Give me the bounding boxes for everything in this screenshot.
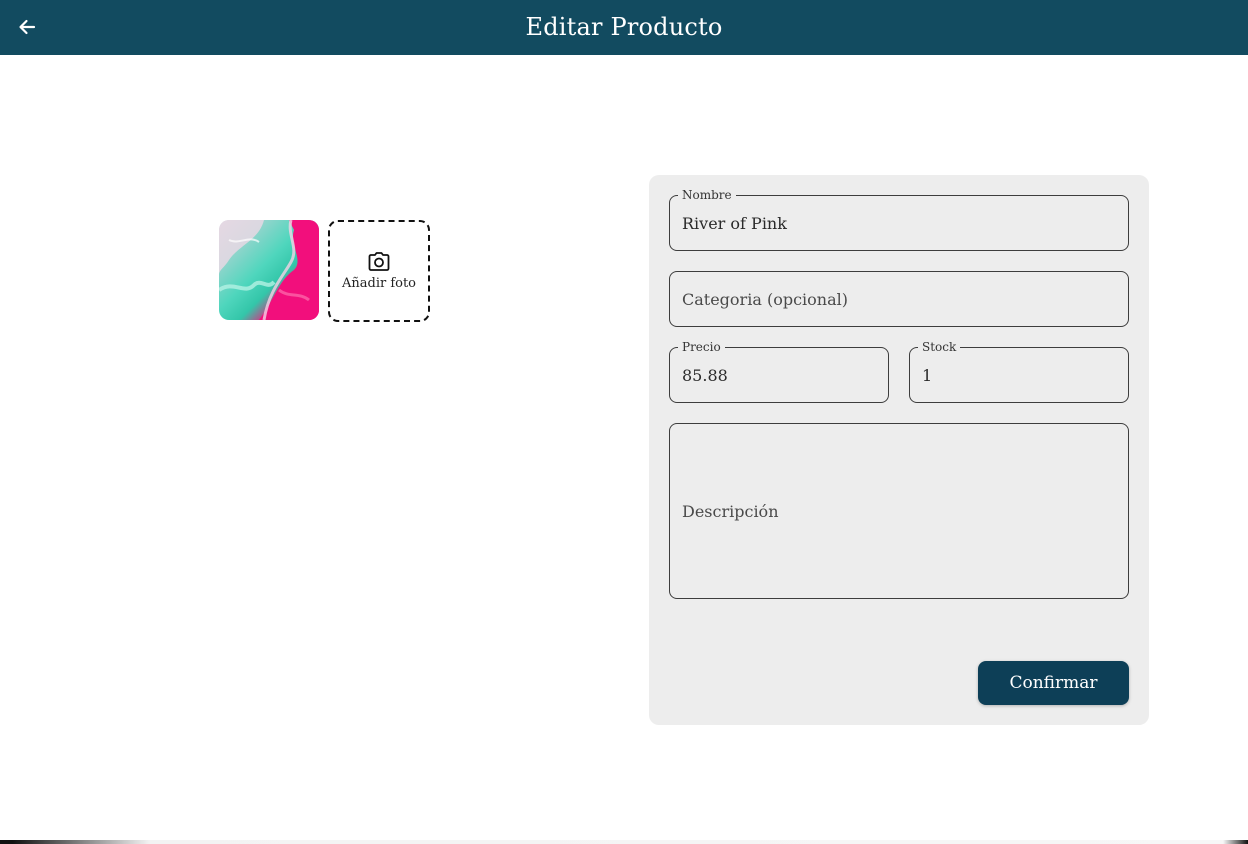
- description-placeholder: Descripción: [682, 501, 779, 521]
- stock-field[interactable]: Stock 1: [909, 340, 1129, 403]
- name-value: River of Pink: [682, 213, 787, 233]
- product-photo: [219, 220, 319, 320]
- description-field[interactable]: Descripción: [669, 423, 1129, 599]
- page-title: Editar Producto: [525, 13, 723, 41]
- category-field[interactable]: Categoria (opcional): [669, 271, 1129, 327]
- confirm-button[interactable]: Confirmar: [978, 661, 1129, 705]
- product-form-panel: Nombre River of Pink Categoria (opcional…: [649, 175, 1149, 725]
- bottom-edge: [0, 840, 1248, 844]
- app-bar: Editar Producto: [0, 0, 1248, 55]
- camera-icon: [368, 251, 390, 271]
- stock-value: 1: [922, 365, 933, 385]
- product-photo-thumbnail[interactable]: [219, 220, 319, 320]
- add-photo-button[interactable]: Añadir foto: [328, 220, 430, 322]
- photo-gallery: Añadir foto: [219, 220, 430, 322]
- price-value: 85.88: [682, 365, 728, 385]
- name-field[interactable]: Nombre River of Pink: [669, 188, 1129, 251]
- price-field[interactable]: Precio 85.88: [669, 340, 889, 403]
- add-photo-label: Añadir foto: [341, 275, 417, 291]
- category-placeholder: Categoria (opcional): [682, 289, 848, 309]
